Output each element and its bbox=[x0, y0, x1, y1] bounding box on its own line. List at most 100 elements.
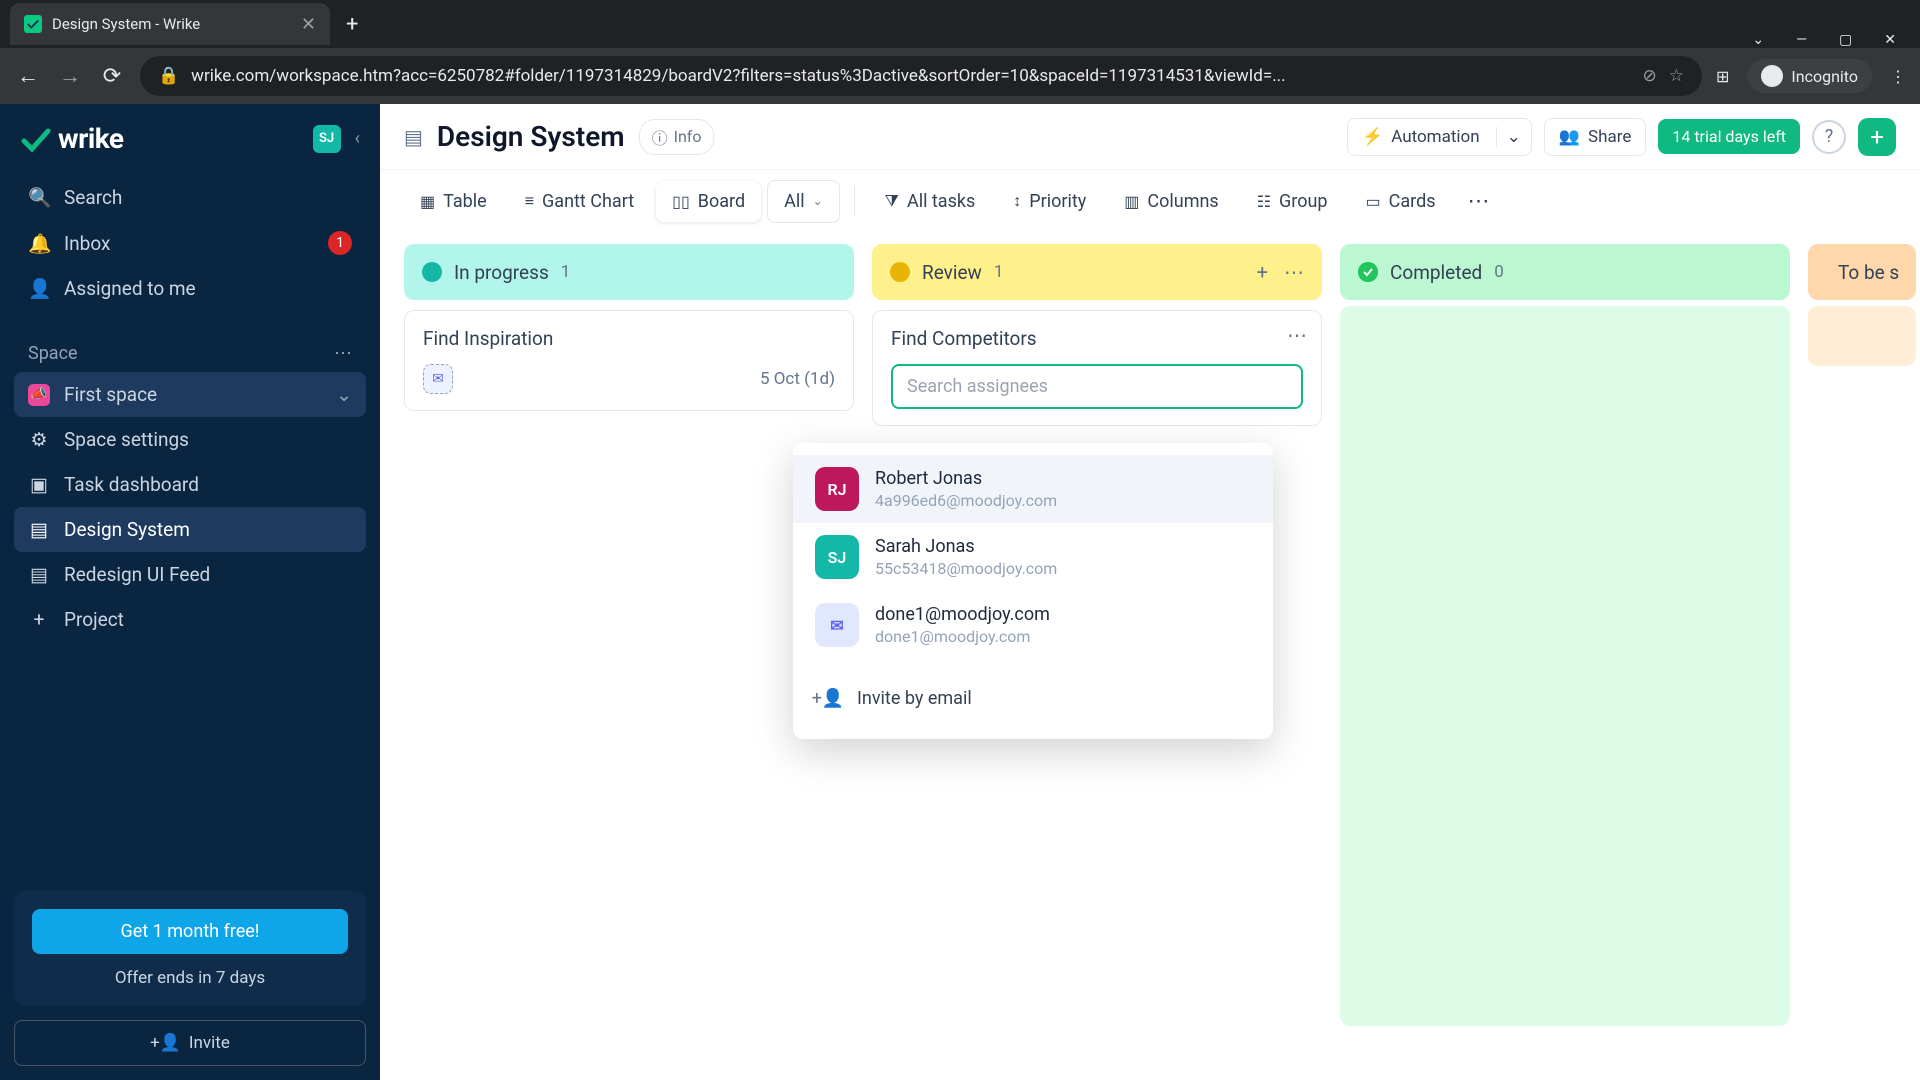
megaphone-icon: 📣 bbox=[28, 384, 50, 406]
wrike-favicon bbox=[24, 15, 42, 33]
more-options-icon[interactable]: ⋯ bbox=[1458, 189, 1500, 214]
column-header-in-progress[interactable]: In progress 1 bbox=[404, 244, 854, 300]
user-avatar[interactable]: SJ bbox=[313, 125, 341, 153]
column-body-tobe[interactable] bbox=[1808, 306, 1916, 366]
sort-priority[interactable]: ↕Priority bbox=[997, 181, 1102, 222]
filter-all[interactable]: All⌄ bbox=[767, 180, 840, 223]
inbox-badge: 1 bbox=[328, 231, 352, 255]
url-text: wrike.com/workspace.htm?acc=6250782#fold… bbox=[191, 66, 1630, 86]
column-header-tobe[interactable]: To be s bbox=[1808, 244, 1916, 300]
close-tab-icon[interactable]: ✕ bbox=[301, 14, 316, 35]
help-button[interactable]: ? bbox=[1812, 120, 1846, 154]
column-body-completed[interactable] bbox=[1340, 306, 1790, 1026]
share-button[interactable]: 👥 Share bbox=[1544, 118, 1647, 156]
sidebar-task-dashboard[interactable]: ▣ Task dashboard bbox=[14, 462, 366, 507]
new-tab-button[interactable]: + bbox=[330, 12, 374, 37]
invite-by-email[interactable]: +👤 Invite by email bbox=[793, 669, 1273, 727]
column-header-completed[interactable]: Completed 0 bbox=[1340, 244, 1790, 300]
topbar: ▤ Design System ⓘ Info ⚡ Automation ⌄ 👥 … bbox=[380, 104, 1920, 170]
cards-toggle[interactable]: ▭Cards bbox=[1350, 181, 1452, 222]
minimize-icon[interactable]: — bbox=[1796, 32, 1807, 48]
maximize-icon[interactable]: ▢ bbox=[1839, 32, 1852, 48]
assignee-name: done1@moodjoy.com bbox=[875, 604, 1050, 625]
columns-toggle[interactable]: ▥Columns bbox=[1108, 181, 1234, 222]
avatar: SJ bbox=[815, 535, 859, 579]
chevron-down-icon[interactable]: ⌄ bbox=[1496, 127, 1531, 147]
assignee-option[interactable]: SJ Sarah Jonas 55c53418@moodjoy.com bbox=[793, 523, 1273, 591]
assignee-name: Sarah Jonas bbox=[875, 536, 1057, 557]
folder-icon: ▤ bbox=[28, 518, 50, 541]
close-window-icon[interactable]: ✕ bbox=[1884, 32, 1896, 48]
sidebar-redesign-ui-feed[interactable]: ▤ Redesign UI Feed bbox=[14, 552, 366, 597]
view-table[interactable]: ▦Table bbox=[404, 181, 503, 222]
card-title: Find Inspiration bbox=[423, 327, 835, 350]
add-task-icon[interactable]: + bbox=[1257, 260, 1268, 284]
assignee-email: done1@moodjoy.com bbox=[875, 627, 1050, 646]
filter-icon: ⧩ bbox=[885, 191, 899, 211]
sidebar-design-system[interactable]: ▤ Design System bbox=[14, 507, 366, 552]
promo-cta-button[interactable]: Get 1 month free! bbox=[32, 909, 348, 954]
invite-button[interactable]: +👤 Invite bbox=[14, 1020, 366, 1066]
extensions-icon[interactable]: ⊞ bbox=[1716, 67, 1729, 86]
add-user-icon: +👤 bbox=[815, 685, 841, 711]
assignee-search-input[interactable] bbox=[891, 364, 1303, 409]
card-date: 5 Oct (1d) bbox=[760, 369, 835, 389]
chevron-down-icon[interactable]: ⌄ bbox=[336, 383, 352, 406]
task-card-inspiration[interactable]: Find Inspiration ✉ 5 Oct (1d) bbox=[404, 310, 854, 411]
space-first[interactable]: 📣 First space ⌄ bbox=[14, 372, 366, 417]
mail-icon: ✉ bbox=[815, 603, 859, 647]
kebab-menu-icon[interactable]: ⋮ bbox=[1890, 67, 1906, 86]
dashboard-icon: ▣ bbox=[28, 473, 50, 496]
chevron-down-icon[interactable]: ⌄ bbox=[1752, 32, 1764, 48]
promo-subtext: Offer ends in 7 days bbox=[32, 968, 348, 988]
column-more-icon[interactable]: ⋯ bbox=[1284, 260, 1304, 284]
column-count: 1 bbox=[994, 262, 1004, 282]
sidebar-search-label: Search bbox=[64, 186, 122, 209]
wrike-logo[interactable]: wrike bbox=[20, 122, 124, 155]
user-icon: 👤 bbox=[28, 277, 50, 300]
browser-tab[interactable]: Design System - Wrike ✕ bbox=[10, 3, 330, 45]
view-gantt[interactable]: ≡Gantt Chart bbox=[509, 181, 650, 222]
promo-card: Get 1 month free! Offer ends in 7 days bbox=[14, 891, 366, 1006]
table-icon: ▦ bbox=[420, 192, 435, 211]
sidebar-assigned-label: Assigned to me bbox=[64, 277, 196, 300]
assignee-option[interactable]: RJ Robert Jonas 4a996ed6@moodjoy.com bbox=[793, 455, 1273, 523]
gantt-icon: ≡ bbox=[525, 191, 534, 211]
forward-button[interactable]: → bbox=[56, 63, 84, 89]
assignee-option[interactable]: ✉ done1@moodjoy.com done1@moodjoy.com bbox=[793, 591, 1273, 659]
task-card-competitors[interactable]: ⋯ Find Competitors RJ Robert Jonas 4a996… bbox=[872, 310, 1322, 426]
trial-badge[interactable]: 14 trial days left bbox=[1658, 119, 1800, 154]
people-icon: 👥 bbox=[1559, 127, 1580, 147]
assignee-email: 55c53418@moodjoy.com bbox=[875, 559, 1057, 578]
sidebar-assigned[interactable]: 👤 Assigned to me bbox=[14, 266, 366, 311]
plus-icon: + bbox=[28, 608, 50, 631]
sidebar-inbox[interactable]: 🔔 Inbox 1 bbox=[14, 220, 366, 266]
eye-off-icon[interactable]: ⊘ bbox=[1642, 66, 1656, 86]
assignee-popover: RJ Robert Jonas 4a996ed6@moodjoy.com SJ … bbox=[793, 443, 1273, 739]
sidebar-new-project[interactable]: + Project bbox=[14, 597, 366, 642]
space-label: Space bbox=[28, 343, 78, 364]
collapse-sidebar-icon[interactable]: ‹ bbox=[355, 128, 360, 149]
view-board[interactable]: ▯▯Board bbox=[656, 181, 761, 222]
url-input[interactable]: 🔒 wrike.com/workspace.htm?acc=6250782#fo… bbox=[140, 56, 1702, 96]
logo-text: wrike bbox=[58, 122, 124, 155]
sidebar-space-settings[interactable]: ⚙ Space settings bbox=[14, 417, 366, 462]
create-button[interactable]: + bbox=[1858, 118, 1896, 156]
filter-all-tasks[interactable]: ⧩All tasks bbox=[869, 181, 992, 222]
assignee-empty-icon[interactable]: ✉ bbox=[423, 364, 453, 394]
sidebar-search[interactable]: 🔍 Search bbox=[14, 175, 366, 220]
group-toggle[interactable]: ☷Group bbox=[1241, 181, 1344, 222]
automation-button[interactable]: ⚡ Automation ⌄ bbox=[1347, 118, 1532, 156]
space-more-icon[interactable]: ⋯ bbox=[334, 343, 352, 364]
browser-tab-strip: Design System - Wrike ✕ + ⌄ — ▢ ✕ bbox=[0, 0, 1920, 48]
bookmark-star-icon[interactable]: ☆ bbox=[1669, 66, 1684, 86]
column-header-review[interactable]: Review 1 + ⋯ bbox=[872, 244, 1322, 300]
card-more-icon[interactable]: ⋯ bbox=[1287, 323, 1307, 347]
info-button[interactable]: ⓘ Info bbox=[639, 119, 715, 155]
separator bbox=[854, 186, 855, 216]
reload-button[interactable]: ⟳ bbox=[98, 64, 126, 89]
sort-icon: ↕ bbox=[1013, 191, 1021, 211]
plus-icon: + bbox=[1870, 123, 1884, 151]
back-button[interactable]: ← bbox=[14, 63, 42, 89]
main-content: ▤ Design System ⓘ Info ⚡ Automation ⌄ 👥 … bbox=[380, 104, 1920, 1080]
